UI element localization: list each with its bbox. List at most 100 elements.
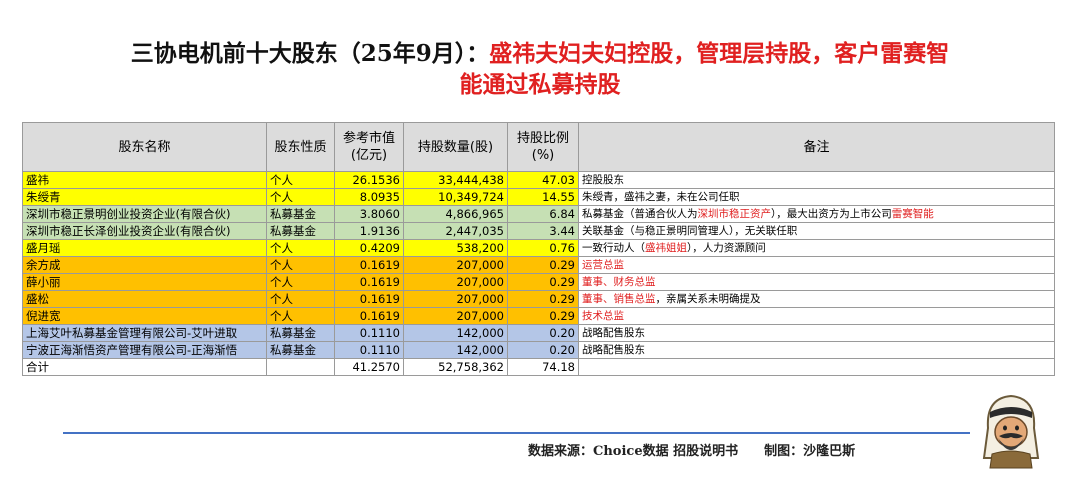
cell-shares: 33,444,438 — [403, 171, 508, 189]
cell-value: 0.1110 — [334, 324, 404, 342]
cell-shares: 538,200 — [403, 239, 508, 257]
cell-value: 0.1619 — [334, 290, 404, 308]
cell-value: 0.1619 — [334, 273, 404, 291]
cell-note: 技术总监 — [578, 307, 1055, 325]
note-segment: 盛祎姐姐 — [645, 242, 687, 254]
cell-value: 0.1110 — [334, 341, 404, 359]
cell-note: 控股股东 — [578, 171, 1055, 189]
cell-pct: 6.84 — [507, 205, 579, 223]
table-row: 深圳市稳正景明创业投资企业(有限合伙) 私募基金 3.8060 4,866,96… — [22, 205, 1055, 223]
footer-divider — [63, 432, 970, 434]
cell-name: 盛松 — [22, 290, 267, 308]
note-segment: 战略配售股东 — [582, 327, 645, 339]
cell-pct: 0.20 — [507, 324, 579, 342]
cell-type: 个人 — [266, 171, 335, 189]
cell-shares: 2,447,035 — [403, 222, 508, 240]
total-note — [578, 358, 1055, 376]
cell-type: 个人 — [266, 239, 335, 257]
cell-shares: 4,866,965 — [403, 205, 508, 223]
cell-shares: 207,000 — [403, 290, 508, 308]
cell-type: 私募基金 — [266, 341, 335, 359]
note-segment: 董事、销售总监 — [582, 293, 656, 305]
cell-shares: 142,000 — [403, 324, 508, 342]
cell-value: 8.0935 — [334, 188, 404, 206]
cell-note: 战略配售股东 — [578, 341, 1055, 359]
header-pct: 持股比例(%) — [507, 122, 579, 172]
cell-pct: 0.29 — [507, 290, 579, 308]
cell-shares: 207,000 — [403, 273, 508, 291]
total-value: 41.2570 — [334, 358, 404, 376]
cell-type: 私募基金 — [266, 222, 335, 240]
cell-name: 薛小丽 — [22, 273, 267, 291]
title-part-3: 能通过私募持股 — [459, 71, 621, 98]
cell-shares: 142,000 — [403, 341, 508, 359]
note-segment: 朱绶青，盛祎之妻，未在公司任职 — [582, 191, 740, 203]
title-part-2: 盛祎夫妇夫妇控股，管理层持股，客户雷赛智 — [489, 40, 950, 67]
table-header-row: 股东名称 股东性质 参考市值(亿元) 持股数量(股) 持股比例(%) 备注 — [22, 122, 1055, 172]
note-segment: 技术总监 — [582, 310, 624, 322]
page-title: 三协电机前十大股东（25年9月）：盛祎夫妇夫妇控股，管理层持股，客户雷赛智 能通… — [20, 38, 1060, 100]
header-value: 参考市值(亿元) — [334, 122, 404, 172]
cell-shares: 207,000 — [403, 256, 508, 274]
cell-note: 私募基金（普通合伙人为深圳市稳正资产），最大出资方为上市公司雷赛智能 — [578, 205, 1055, 223]
table-row: 余方成 个人 0.1619 207,000 0.29 运营总监 — [22, 256, 1055, 274]
table-row: 盛松 个人 0.1619 207,000 0.29 董事、销售总监，亲属关系未明… — [22, 290, 1055, 308]
total-pct: 74.18 — [507, 358, 579, 376]
cell-pct: 47.03 — [507, 171, 579, 189]
note-segment: ，亲属关系未明确提及 — [655, 293, 761, 305]
cell-note: 朱绶青，盛祎之妻，未在公司任职 — [578, 188, 1055, 206]
cell-pct: 0.20 — [507, 341, 579, 359]
total-shares: 52,758,362 — [403, 358, 508, 376]
data-source-label: 数据来源：Choice数据 招股说明书 — [528, 444, 739, 459]
cell-pct: 14.55 — [507, 188, 579, 206]
footer: 数据来源：Choice数据 招股说明书 制图：沙隆巴斯 — [528, 440, 855, 459]
table-row: 盛祎 个人 26.1536 33,444,438 47.03 控股股东 — [22, 171, 1055, 189]
table-row: 宁波正海渐悟资产管理有限公司-正海渐悟 私募基金 0.1110 142,000 … — [22, 341, 1055, 359]
total-name: 合计 — [22, 358, 267, 376]
chart-maker-label: 制图：沙隆巴斯 — [764, 444, 856, 459]
cell-type: 个人 — [266, 290, 335, 308]
note-segment: 关联基金（与稳正景明同管理人），无关联任职 — [582, 225, 798, 237]
cell-note: 董事、财务总监 — [578, 273, 1055, 291]
cell-name: 深圳市稳正长泽创业投资企业(有限合伙) — [22, 222, 267, 240]
cell-pct: 3.44 — [507, 222, 579, 240]
table-row: 倪进宽 个人 0.1619 207,000 0.29 技术总监 — [22, 307, 1055, 325]
table-row: 深圳市稳正长泽创业投资企业(有限合伙) 私募基金 1.9136 2,447,03… — [22, 222, 1055, 240]
total-type — [266, 358, 335, 376]
cell-type: 个人 — [266, 256, 335, 274]
table-row: 盛月瑶 个人 0.4209 538,200 0.76 一致行动人（盛祎姐姐），人… — [22, 239, 1055, 257]
header-name: 股东名称 — [22, 122, 267, 172]
cell-value: 0.1619 — [334, 256, 404, 274]
note-segment: 深圳市稳正资产 — [697, 208, 772, 220]
header-shares: 持股数量(股) — [403, 122, 508, 172]
cell-note: 运营总监 — [578, 256, 1055, 274]
cell-pct: 0.29 — [507, 273, 579, 291]
cell-type: 个人 — [266, 273, 335, 291]
note-segment: 运营总监 — [582, 259, 624, 271]
cell-type: 私募基金 — [266, 205, 335, 223]
note-segment: 雷赛智能 — [891, 208, 934, 220]
shareholder-table: 股东名称 股东性质 参考市值(亿元) 持股数量(股) 持股比例(%) 备注 盛祎… — [22, 122, 1055, 376]
cell-type: 私募基金 — [266, 324, 335, 342]
table-row: 上海艾叶私募基金管理有限公司-艾叶进取 私募基金 0.1110 142,000 … — [22, 324, 1055, 342]
cell-type: 个人 — [266, 307, 335, 325]
header-note: 备注 — [578, 122, 1055, 172]
cell-note: 一致行动人（盛祎姐姐），人力资源顾问 — [578, 239, 1055, 257]
note-segment: 控股股东 — [582, 174, 624, 186]
table-row: 朱绶青 个人 8.0935 10,349,724 14.55 朱绶青，盛祎之妻，… — [22, 188, 1055, 206]
cell-name: 朱绶青 — [22, 188, 267, 206]
note-segment: ），人力资源顾问 — [687, 242, 766, 254]
table-row: 薛小丽 个人 0.1619 207,000 0.29 董事、财务总监 — [22, 273, 1055, 291]
cell-name: 深圳市稳正景明创业投资企业(有限合伙) — [22, 205, 267, 223]
cell-value: 0.4209 — [334, 239, 404, 257]
cell-note: 董事、销售总监，亲属关系未明确提及 — [578, 290, 1055, 308]
cell-shares: 10,349,724 — [403, 188, 508, 206]
cell-name: 上海艾叶私募基金管理有限公司-艾叶进取 — [22, 324, 267, 342]
note-segment: 一致行动人（ — [582, 242, 645, 254]
cell-pct: 0.76 — [507, 239, 579, 257]
title-part-1: 三协电机前十大股东（25年9月）： — [130, 40, 490, 67]
note-segment: 董事、财务总监 — [582, 276, 656, 288]
cartoon-mascot-icon — [982, 394, 1040, 469]
cell-name: 倪进宽 — [22, 307, 267, 325]
note-segment: 战略配售股东 — [582, 344, 645, 356]
